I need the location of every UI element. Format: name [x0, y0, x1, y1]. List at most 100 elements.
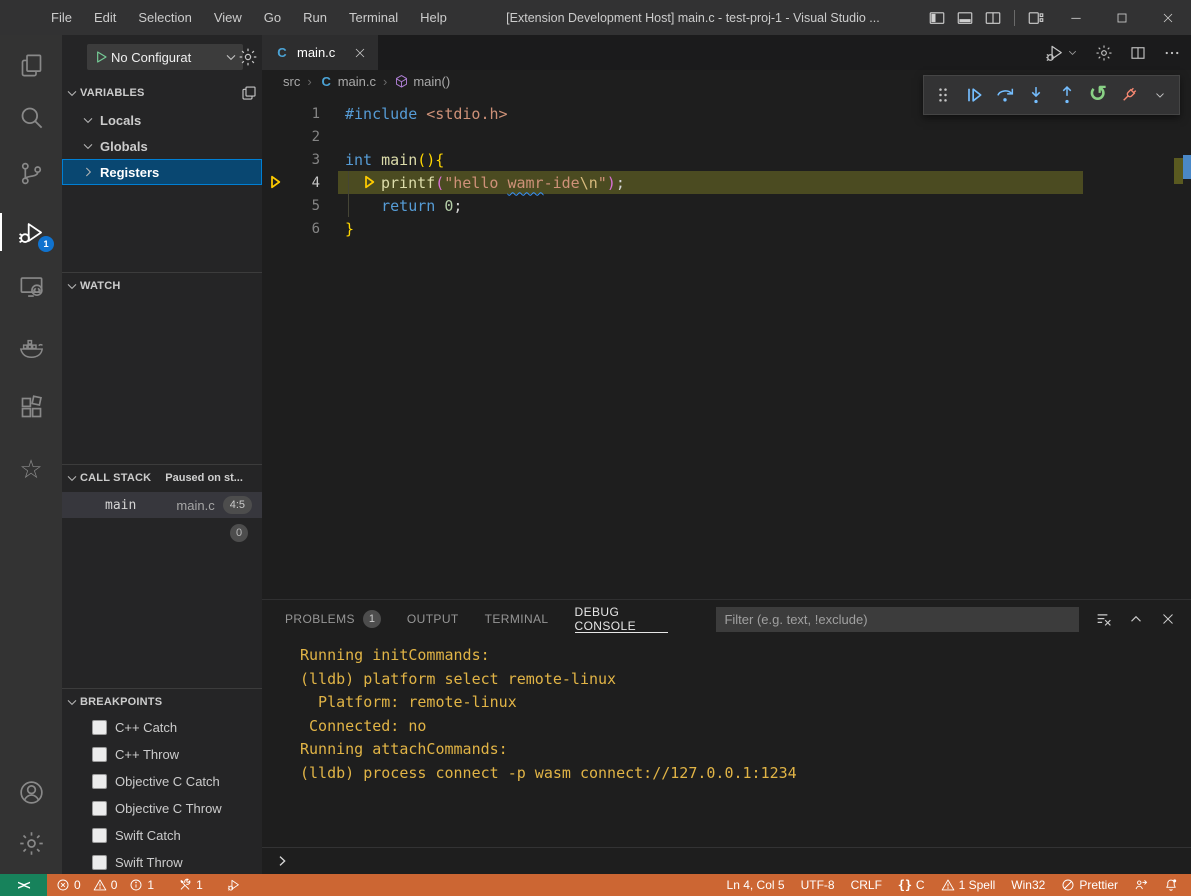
watch-section-header[interactable]: WATCH	[62, 275, 262, 297]
close-panel-button[interactable]	[1159, 610, 1177, 628]
breakpoint-checkbox[interactable]	[92, 801, 107, 816]
activity-item-search[interactable]	[0, 93, 62, 141]
step-into-button[interactable]	[1025, 82, 1047, 108]
remote-indicator[interactable]: ><	[0, 874, 47, 896]
continue-button[interactable]	[963, 82, 985, 108]
close-tab-icon[interactable]	[352, 45, 368, 61]
more-debug-actions[interactable]	[1149, 82, 1171, 108]
breakpoint-row[interactable]: Objective C Throw	[62, 795, 262, 822]
code-line[interactable]: 4printf("hello wamr-ide\n");	[262, 171, 1191, 194]
step-over-button[interactable]	[994, 82, 1016, 108]
gutter-glyph-margin[interactable]	[262, 217, 288, 240]
menu-go[interactable]: Go	[253, 0, 292, 35]
restart-button[interactable]: ↺	[1087, 82, 1109, 108]
variables-scope-locals[interactable]: Locals	[62, 107, 262, 133]
menu-selection[interactable]: Selection	[127, 0, 202, 35]
status-debug-session[interactable]	[222, 874, 246, 896]
disconnect-button[interactable]	[1118, 82, 1140, 108]
status-prettier[interactable]: Prettier	[1056, 874, 1123, 896]
status-infos[interactable]: 1	[124, 874, 159, 896]
activity-item-wamr-ide[interactable]: ☆	[0, 446, 62, 494]
clear-console-button[interactable]	[1095, 610, 1113, 628]
breakpoint-row[interactable]: Objective C Catch	[62, 768, 262, 795]
breakpoint-row[interactable]: Swift Throw	[62, 849, 262, 876]
breakpoint-checkbox[interactable]	[92, 747, 107, 762]
split-editor-button[interactable]	[1129, 44, 1147, 62]
call-stack-thread-row[interactable]: 0	[62, 522, 262, 544]
menu-view[interactable]: View	[203, 0, 253, 35]
layout-panel-icon[interactable]	[956, 9, 974, 27]
panel-tab-debug-console[interactable]: DEBUG CONSOLE	[575, 600, 669, 638]
status-feedback[interactable]	[1129, 874, 1153, 896]
more-actions-button[interactable]	[1163, 44, 1181, 62]
breakpoint-checkbox[interactable]	[92, 855, 107, 870]
status-encoding[interactable]: UTF-8	[796, 874, 840, 896]
copy-value-icon[interactable]	[240, 84, 258, 102]
step-out-button[interactable]	[1056, 82, 1078, 108]
menu-help[interactable]: Help	[409, 0, 458, 35]
status-platform[interactable]: Win32	[1006, 874, 1050, 896]
status-tasks[interactable]: 1	[173, 874, 208, 896]
activity-item-accounts[interactable]	[0, 768, 62, 816]
activity-item-source-control[interactable]	[0, 149, 62, 197]
gutter-glyph-margin[interactable]	[262, 194, 288, 217]
breakpoint-checkbox[interactable]	[92, 774, 107, 789]
breadcrumb-item-main[interactable]: main()	[394, 74, 450, 89]
gutter-glyph-margin[interactable]	[262, 125, 288, 148]
gutter-glyph-margin[interactable]	[262, 171, 288, 194]
maximize-panel-button[interactable]	[1127, 610, 1145, 628]
panel-tab-problems[interactable]: PROBLEMS1	[285, 600, 381, 638]
menu-file[interactable]: File	[40, 0, 83, 35]
breakpoint-checkbox[interactable]	[92, 720, 107, 735]
breadcrumb-item-src[interactable]: src	[283, 74, 300, 89]
activity-item-extensions[interactable]	[0, 383, 62, 431]
menu-run[interactable]: Run	[292, 0, 338, 35]
activity-item-docker[interactable]	[0, 324, 62, 372]
activity-item-remote-explorer[interactable]	[0, 262, 62, 310]
minimize-button[interactable]	[1053, 0, 1099, 35]
console-filter-input[interactable]	[716, 607, 1079, 632]
panel-tab-terminal[interactable]: TERMINAL	[485, 600, 549, 638]
variables-scope-globals[interactable]: Globals	[62, 133, 262, 159]
start-debug-icon[interactable]	[93, 49, 109, 65]
layout-sidebar-icon[interactable]	[928, 9, 946, 27]
panel-tab-output[interactable]: OUTPUT	[407, 600, 459, 638]
status-language-mode[interactable]: {}C	[893, 874, 930, 896]
status-spell-checker[interactable]: 1 Spell	[936, 874, 1001, 896]
layout-splitview-icon[interactable]	[984, 9, 1002, 27]
open-settings-button[interactable]	[1095, 44, 1113, 62]
call-stack-section-header[interactable]: CALL STACK Paused on st...	[62, 467, 262, 489]
tab-main-c[interactable]: C main.c	[262, 35, 378, 70]
code-line[interactable]: 5 return 0;	[262, 194, 1191, 217]
gutter-glyph-margin[interactable]	[262, 148, 288, 171]
code-line[interactable]: 3int main(){	[262, 148, 1191, 171]
status-cursor-position[interactable]: Ln 4, Col 5	[722, 874, 790, 896]
code-line[interactable]: 2	[262, 125, 1191, 148]
close-button[interactable]	[1145, 0, 1191, 35]
status-warnings[interactable]: 0	[88, 874, 123, 896]
activity-item-run-and-debug[interactable]: 1	[0, 208, 62, 256]
run-or-debug-button[interactable]	[1045, 43, 1079, 63]
menu-edit[interactable]: Edit	[83, 0, 127, 35]
variables-scope-registers[interactable]: Registers	[62, 159, 262, 185]
breakpoint-checkbox[interactable]	[92, 828, 107, 843]
debug-settings-gear-icon[interactable]	[238, 47, 258, 67]
call-stack-frame[interactable]: mainmain.c4:5	[62, 492, 262, 518]
breakpoint-row[interactable]: C++ Throw	[62, 741, 262, 768]
breakpoints-section-header[interactable]: BREAKPOINTS	[62, 691, 262, 713]
menu-terminal[interactable]: Terminal	[338, 0, 409, 35]
activity-item-explorer[interactable]	[0, 41, 62, 89]
status-notifications[interactable]	[1159, 874, 1183, 896]
gutter-glyph-margin[interactable]	[262, 102, 288, 125]
maximize-button[interactable]	[1099, 0, 1145, 35]
status-eol[interactable]: CRLF	[846, 874, 887, 896]
breakpoint-row[interactable]: Swift Catch	[62, 822, 262, 849]
breakpoint-row[interactable]: C++ Catch	[62, 714, 262, 741]
breadcrumb-item-mainc[interactable]: Cmain.c	[319, 74, 376, 89]
status-errors[interactable]: 0	[51, 874, 86, 896]
debug-console-input-row[interactable]	[262, 847, 1191, 874]
activity-item-manage[interactable]	[0, 819, 62, 867]
code-editor[interactable]: 1#include <stdio.h>23int main(){4printf(…	[262, 92, 1191, 600]
layout-customize-icon[interactable]	[1027, 9, 1045, 27]
debug-config-dropdown[interactable]: No Configurat	[87, 44, 243, 70]
